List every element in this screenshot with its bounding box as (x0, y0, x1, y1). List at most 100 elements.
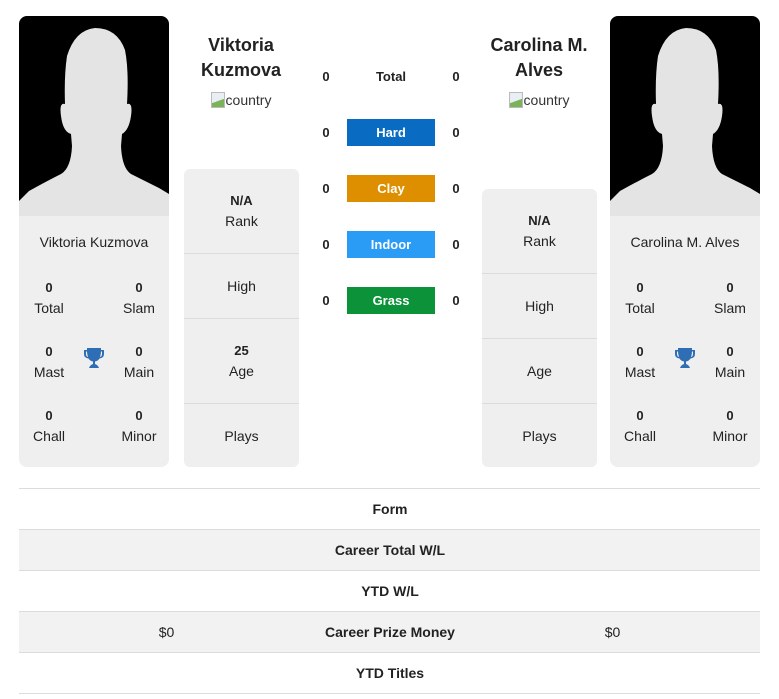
titles-minor-label: Minor (712, 428, 748, 444)
age-label: Age (229, 363, 254, 379)
trophy-icon (84, 348, 104, 368)
high-row-left: High (184, 254, 299, 319)
player-heading-left-line1: Viktoria (208, 35, 274, 55)
titles-slam-left: 0 Slam (109, 278, 169, 318)
rank-row-left: N/A Rank (184, 169, 299, 254)
rank-value: N/A (230, 193, 253, 208)
player-heading-right-line2: Alves (514, 60, 564, 80)
surface-right-value: 0 (452, 69, 460, 84)
player-heading-left[interactable]: Viktoria Kuzmova (166, 33, 316, 83)
titles-minor-label: Minor (121, 428, 157, 444)
titles-main-value: 0 (726, 344, 734, 359)
titles-main-left: 0 Main (109, 342, 169, 382)
surface-row-indoor: 0 Indoor 0 (310, 231, 470, 259)
age-label: Age (527, 363, 552, 379)
plays-row-left: Plays (184, 404, 299, 467)
plays-row-right: Plays (482, 404, 597, 467)
stat-label: YTD W/L (361, 583, 419, 599)
stat-row-ytd-wl: YTD W/L (19, 571, 760, 612)
surface-right-value: 0 (452, 181, 460, 196)
titles-slam-value: 0 (726, 280, 734, 295)
rank-label: Rank (225, 213, 258, 229)
broken-image-icon (210, 92, 225, 108)
titles-grid-right: 0 Total 0 Slam 0 Mast 0 Main 0 Chall 0 Minor (610, 278, 760, 467)
player-heading-right[interactable]: Carolina M. Alves (464, 33, 614, 83)
titles-mast-label: Mast (624, 364, 656, 380)
player-name-left: Viktoria Kuzmova (39, 234, 149, 250)
surface-badge-hard[interactable]: Hard (347, 119, 435, 146)
stat-row-career-total-wl: Career Total W/L (19, 530, 760, 571)
player-heading-right-line1: Carolina M. (490, 35, 588, 55)
titles-mast-value: 0 (45, 344, 53, 359)
broken-image-icon (508, 92, 523, 108)
stats-comparison-table: Form Career Total W/L YTD W/L $0 Career … (19, 488, 760, 694)
titles-slam-label: Slam (123, 300, 155, 316)
player-heading-left-line2: Kuzmova (200, 60, 281, 80)
titles-mast-right: 0 Mast (610, 342, 670, 382)
player-photo-left (19, 16, 169, 216)
age-row-right: Age (482, 339, 597, 404)
surface-badge-indoor[interactable]: Indoor (347, 231, 435, 258)
avatar-silhouette-icon (19, 28, 169, 216)
stat-right-value: $0 (604, 624, 621, 640)
rank-row-right: N/A Rank (482, 189, 597, 274)
surface-row-clay: 0 Clay 0 (310, 175, 470, 203)
stat-row-ytd-titles: YTD Titles (19, 653, 760, 694)
surface-right-value: 0 (452, 237, 460, 252)
titles-slam-label: Slam (714, 300, 746, 316)
surface-left-value: 0 (322, 181, 330, 196)
surface-row-grass: 0 Grass 0 (310, 287, 470, 315)
surface-badge-grass[interactable]: Grass (347, 287, 435, 314)
titles-total-left: 0 Total (19, 278, 79, 318)
titles-minor-value: 0 (135, 408, 143, 423)
rank-value: N/A (528, 213, 551, 228)
titles-slam-right: 0 Slam (700, 278, 760, 318)
age-row-left: 25 Age (184, 319, 299, 404)
surface-badge-clay[interactable]: Clay (347, 175, 435, 202)
country-flag-right: country (464, 92, 614, 108)
country-alt-text: country (225, 92, 272, 108)
titles-total-right: 0 Total (610, 278, 670, 318)
titles-chall-left: 0 Chall (19, 406, 79, 446)
surface-right-value: 0 (452, 125, 460, 140)
surface-left-value: 0 (322, 237, 330, 252)
plays-label: Plays (224, 428, 259, 444)
stat-label: YTD Titles (355, 665, 425, 681)
player-photo-right (610, 16, 760, 216)
titles-minor-value: 0 (726, 408, 734, 423)
titles-slam-value: 0 (135, 280, 143, 295)
avatar-silhouette-icon (610, 28, 760, 216)
titles-mast-left: 0 Mast (19, 342, 79, 382)
surface-row-total: 0 Total 0 (310, 63, 470, 91)
age-value: 25 (234, 343, 249, 358)
trophy-icon (675, 348, 695, 368)
surface-right-value: 0 (452, 293, 460, 308)
surface-left-value: 0 (322, 293, 330, 308)
titles-total-value: 0 (636, 280, 644, 295)
surface-left-value: 0 (322, 69, 330, 84)
titles-mast-label: Mast (33, 364, 65, 380)
rank-label: Rank (523, 233, 556, 249)
titles-minor-right: 0 Minor (700, 406, 760, 446)
high-row-right: High (482, 274, 597, 339)
stat-row-form: Form (19, 489, 760, 530)
titles-main-label: Main (714, 364, 746, 380)
plays-label: Plays (522, 428, 557, 444)
titles-total-label: Total (625, 300, 655, 316)
player-card-left: Viktoria Kuzmova 0 Total 0 Slam 0 Mast 0 Mai… (19, 16, 169, 467)
high-label: High (227, 278, 256, 294)
player-name-right: Carolina M. Alves (630, 234, 740, 250)
titles-minor-left: 0 Minor (109, 406, 169, 446)
titles-chall-label: Chall (33, 428, 65, 444)
titles-main-value: 0 (135, 344, 143, 359)
titles-main-right: 0 Main (700, 342, 760, 382)
titles-chall-label: Chall (624, 428, 656, 444)
country-flag-left: country (166, 92, 316, 108)
titles-total-label: Total (34, 300, 64, 316)
titles-mast-value: 0 (636, 344, 644, 359)
stat-label: Form (372, 501, 408, 517)
titles-main-label: Main (123, 364, 155, 380)
stat-row-career-prize-money: $0 Career Prize Money $0 (19, 612, 760, 653)
titles-total-value: 0 (45, 280, 53, 295)
player-card-right: Carolina M. Alves 0 Total 0 Slam 0 Mast 0 Ma… (610, 16, 760, 467)
